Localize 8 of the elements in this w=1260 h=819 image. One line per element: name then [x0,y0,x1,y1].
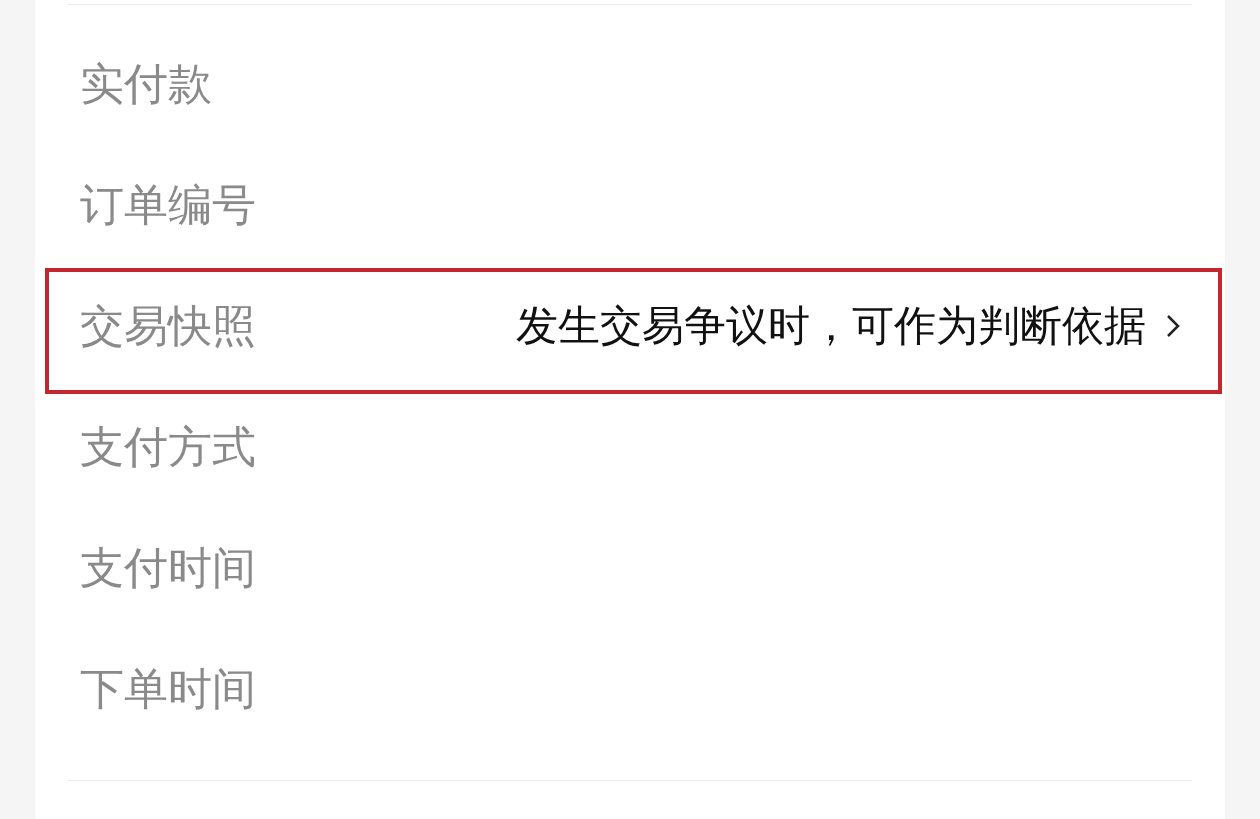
chevron-right-icon[interactable] [1166,313,1180,338]
row-value: 发生交易争议时，可作为判断依据 [516,300,1146,352]
row-label: 下单时间 [80,661,256,716]
row-label: 实付款 [80,56,212,111]
row-label: 支付时间 [80,540,256,595]
row-label: 订单编号 [80,177,256,232]
row-label: 交易快照 [80,298,256,353]
row-label: 支付方式 [80,419,256,474]
